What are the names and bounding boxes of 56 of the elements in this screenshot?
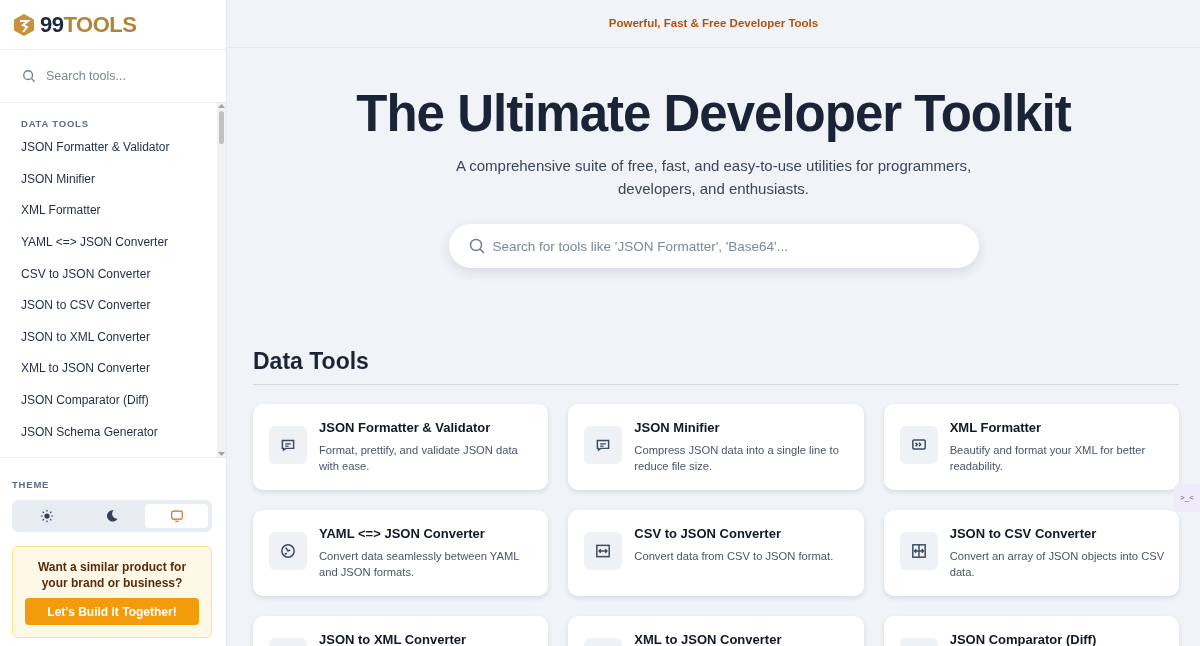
theme-toggle[interactable] — [145, 504, 208, 529]
sidebar-link[interactable]: XML Formatter — [21, 202, 217, 235]
card-title: JSON to CSV Converter — [949, 524, 1098, 543]
card-title: XML Formatter — [949, 418, 1043, 437]
tagline: Powerful, Fast & Free Developer Tools — [608, 15, 819, 31]
scrollbar[interactable] — [217, 103, 226, 457]
sun-icon — [40, 509, 55, 524]
sidebar-link[interactable]: CSV to JSON Converter — [21, 265, 217, 298]
moon-icon — [105, 509, 119, 524]
tool-card[interactable]: XML to JSON Converter — [568, 615, 864, 646]
tool-card[interactable]: JSON Minifier Compress JSON data into a single line to reduce file size. — [568, 403, 864, 490]
search-icon — [468, 238, 485, 255]
hero-subtitle: A comprehensive suite of free, fast, and easy-to-use utilities for programmers, developers, and enthusiasts. — [454, 156, 973, 200]
section-title: Data Tools — [253, 348, 1179, 385]
card-title: XML to JSON Converter — [634, 630, 782, 646]
tool-card[interactable]: CSV to JSON Converter Convert data from CSV to JSON format. — [568, 509, 864, 596]
brand-logo: 99TOOLS — [40, 11, 137, 39]
sidebar-link[interactable]: JSON Comparator (Diff) — [21, 392, 217, 424]
sidebar-link[interactable]: JSON to CSV Converter — [21, 297, 217, 329]
scroll-down-icon[interactable] — [218, 451, 225, 457]
sidebar-link[interactable]: JSON Schema Generator — [21, 423, 217, 456]
card-description: Convert data from CSV to JSON format. — [634, 549, 834, 565]
split-icon — [909, 541, 928, 560]
card-title: YAML <=> JSON Converter — [319, 524, 486, 543]
section-heading: DATA TOOLS — [21, 117, 90, 131]
sidebar-link[interactable]: JSON Formatter & Validator — [21, 139, 217, 171]
tool-card[interactable]: JSON to CSV Converter Convert an array of JSON objects into CSV data. — [883, 509, 1179, 596]
card-title: JSON Formatter & Validator — [319, 418, 492, 437]
hero-title: The Ultimate Developer Toolkit — [355, 86, 1072, 143]
card-title: JSON Minifier — [634, 418, 721, 437]
card-title: JSON to XML Converter — [319, 630, 467, 646]
card-description: Convert data seamlessly between YAML and JSON formats. — [319, 549, 521, 581]
tool-card[interactable]: YAML <=> JSON Converter Convert data seamlessly between YAML and JSON formats. — [253, 509, 549, 596]
card-description: Beautify and format your XML for better readability. — [949, 443, 1147, 475]
tool-card[interactable]: JSON Comparator (Diff) — [883, 615, 1179, 646]
side-widget[interactable]: >_< — [1174, 484, 1200, 512]
cycle-icon — [279, 541, 297, 560]
tool-card[interactable]: XML Formatter Beautify and format your XML for better readability. — [883, 403, 1179, 490]
sidebar-link[interactable]: XML to JSON Converter — [21, 360, 217, 392]
tool-card[interactable]: JSON to XML Converter — [253, 615, 549, 646]
card-description: Convert an array of JSON objects into CSV data. — [949, 549, 1165, 581]
search-icon — [22, 69, 36, 83]
logo-icon — [12, 12, 36, 37]
tool-card[interactable]: JSON Formatter & Validator Format, prettify, and validate JSON data with ease. — [253, 403, 549, 490]
card-title: CSV to JSON Converter — [634, 524, 782, 543]
promo-text: Want a similar product for your brand or business? — [36, 559, 188, 592]
card-description: Format, prettify, and validate JSON data with ease. — [319, 443, 519, 475]
monitor-icon — [169, 509, 184, 524]
search-field[interactable]: Search for tools like 'JSON Formatter', 'Base64'... — [448, 224, 979, 269]
scroll-up-icon[interactable] — [218, 103, 225, 109]
sidebar-link[interactable]: JSON to XML Converter — [21, 328, 217, 361]
sidebar-link[interactable]: YAML <=> JSON Converter — [21, 234, 217, 266]
theme-label: THEME — [12, 478, 51, 492]
card-description: Compress JSON data into a single line to reduce file size. — [634, 443, 840, 475]
sidebar-link[interactable]: JSON Minifier — [21, 170, 217, 203]
card-title: JSON Comparator (Diff) — [949, 630, 1097, 646]
